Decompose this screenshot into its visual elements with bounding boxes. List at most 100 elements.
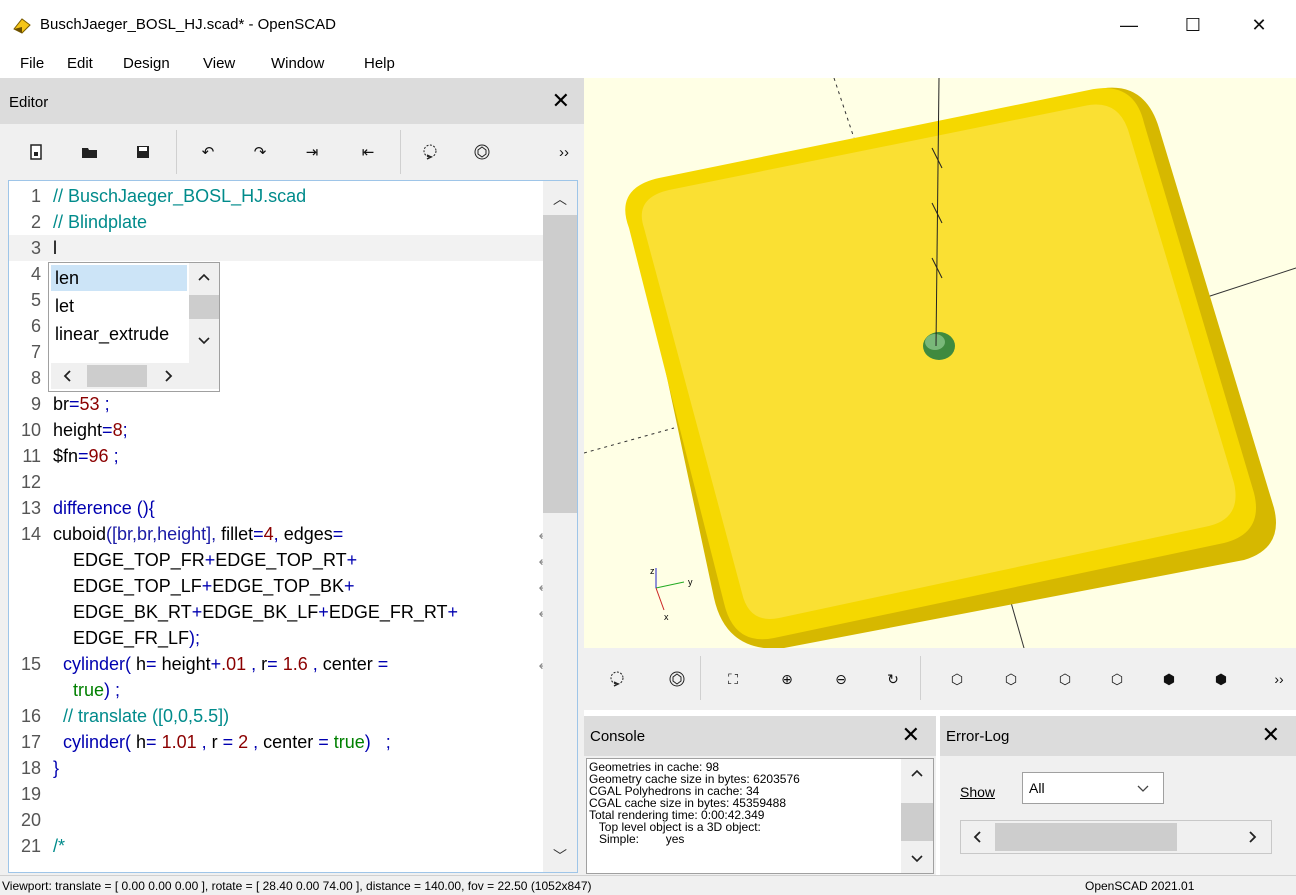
console-output[interactable]: Geometries in cache: 98 Geometry cache s… [586, 758, 934, 874]
view-back-icon[interactable]: ⬢ [1210, 668, 1232, 690]
code-line[interactable]: 3l [9, 235, 543, 261]
minimize-button[interactable]: — [1106, 10, 1152, 40]
scrollbar-thumb[interactable] [87, 365, 147, 387]
code-line[interactable]: 16 // translate ([0,0,5.5]) [9, 703, 543, 729]
menu-design[interactable]: Design [123, 55, 170, 72]
autocomplete-item[interactable]: linear_extrude [51, 321, 187, 347]
code-line[interactable]: EDGE_TOP_FR+EDGE_TOP_RT+↲ [9, 547, 549, 573]
autocomplete-horizontal-scrollbar[interactable] [51, 363, 219, 389]
toolbar-overflow-button[interactable]: ›› [552, 140, 576, 164]
menu-edit[interactable]: Edit [67, 55, 93, 72]
console-panel: Console ✕ Geometries in cache: 98 Geomet… [584, 716, 936, 875]
scrollbar-thumb[interactable] [901, 803, 933, 841]
indent-icon[interactable]: ⇥ [300, 140, 324, 164]
code-text: height=8; [53, 417, 128, 443]
view-front-icon[interactable]: ⬢ [1158, 668, 1180, 690]
console-vertical-scrollbar[interactable] [901, 759, 933, 873]
code-line[interactable]: 10 height=8; [9, 417, 543, 443]
open-file-icon[interactable] [78, 140, 102, 164]
scrollbar-thumb[interactable] [995, 823, 1177, 851]
code-line[interactable]: 13 difference (){ [9, 495, 543, 521]
code-token: ([br,br,height], [106, 524, 222, 544]
code-line[interactable]: EDGE_FR_LF); [9, 625, 543, 651]
menu-file[interactable]: File [20, 55, 44, 72]
line-number: 15 [20, 654, 41, 674]
zoom-all-icon[interactable]: ⛶ [722, 668, 744, 690]
code-line[interactable]: 19 [9, 781, 543, 807]
view-bottom-icon[interactable]: ⬡ [1054, 668, 1076, 690]
openscad-app-icon [13, 18, 31, 34]
view-toolbar-overflow-button[interactable]: ›› [1268, 668, 1290, 690]
code-token: true [73, 680, 105, 700]
code-line[interactable]: EDGE_BK_RT+EDGE_BK_LF+EDGE_FR_RT+↲ [9, 599, 549, 625]
scrollbar-thumb[interactable] [189, 295, 219, 319]
reset-view-icon[interactable]: ↻ [882, 668, 904, 690]
autocomplete-item[interactable]: len [51, 265, 187, 291]
close-window-button[interactable]: ✕ [1236, 10, 1282, 40]
menu-help[interactable]: Help [364, 55, 395, 72]
new-file-icon[interactable] [24, 140, 48, 164]
code-line[interactable]: 1 // BuschJaeger_BOSL_HJ.scad [9, 183, 543, 209]
code-text: } [53, 755, 59, 781]
zoom-in-icon[interactable]: ⊕ [776, 668, 798, 690]
3d-viewport[interactable]: z y x [584, 78, 1296, 648]
autocomplete-vertical-scrollbar[interactable] [189, 263, 219, 363]
show-filter-select[interactable]: All [1022, 772, 1164, 804]
code-token: = [253, 524, 264, 544]
toolbar-separator [920, 656, 921, 700]
undo-icon[interactable]: ↶ [196, 140, 220, 164]
view-top-icon[interactable]: ⬡ [1000, 668, 1022, 690]
scroll-up-icon[interactable]: ︿ [543, 189, 577, 209]
error-log-horizontal-scrollbar[interactable] [960, 820, 1272, 854]
scroll-down-icon[interactable]: ﹀ [543, 846, 577, 866]
menu-view[interactable]: View [203, 55, 235, 72]
zoom-out-icon[interactable]: ⊖ [830, 668, 852, 690]
code-token: ) ; [364, 732, 391, 752]
console-close-button[interactable]: ✕ [902, 722, 920, 748]
save-file-icon[interactable] [131, 140, 155, 164]
code-line[interactable]: 15 cylinder( h= height+.01 , r= 1.6 , ce… [9, 651, 549, 677]
code-line[interactable]: 9 br=53 ; [9, 391, 543, 417]
code-line[interactable]: EDGE_TOP_LF+EDGE_TOP_BK+↲ [9, 573, 549, 599]
chevron-left-icon[interactable] [973, 831, 981, 843]
unindent-icon[interactable]: ⇤ [356, 140, 380, 164]
chevron-right-icon[interactable] [1249, 831, 1257, 843]
code-line[interactable]: 14 cuboid([br,br,height], fillet=4, edges… [9, 521, 549, 547]
maximize-button[interactable]: ☐ [1170, 10, 1216, 40]
code-line[interactable]: 17 cylinder( h= 1.01 , r = 2 , center = … [9, 729, 543, 755]
code-token: 53 [79, 394, 100, 414]
code-token: , [246, 654, 262, 674]
preview-icon[interactable] [418, 140, 442, 164]
chevron-up-icon[interactable] [198, 273, 210, 281]
view-right-icon[interactable]: ⬡ [946, 668, 968, 690]
render-icon[interactable] [666, 668, 688, 690]
editor-vertical-scrollbar[interactable]: ︿ ﹀ [543, 181, 577, 872]
chevron-down-icon[interactable] [911, 855, 923, 863]
editor-close-button[interactable]: ✕ [552, 88, 570, 114]
redo-icon[interactable]: ↷ [248, 140, 272, 164]
code-line[interactable]: 2 // Blindplate [9, 209, 543, 235]
code-line[interactable]: 20 [9, 807, 543, 833]
editor-toolbar: ↶ ↷ ⇥ ⇤ ›› [0, 124, 584, 180]
code-line[interactable]: 18} [9, 755, 543, 781]
code-line[interactable]: 11 $fn=96 ; [9, 443, 543, 469]
chevron-right-icon[interactable] [165, 370, 173, 382]
code-token: + [210, 654, 222, 674]
autocomplete-item[interactable]: let [51, 293, 187, 319]
code-line[interactable]: 21 /* [9, 833, 543, 859]
code-line[interactable]: 12 [9, 469, 543, 495]
render-icon[interactable] [470, 140, 494, 164]
view-left-icon[interactable]: ⬡ [1106, 668, 1128, 690]
menu-window[interactable]: Window [271, 55, 324, 72]
code-line[interactable]: true) ; [9, 677, 543, 703]
chevron-left-icon[interactable] [63, 370, 71, 382]
code-token: EDGE_FR_RT [328, 602, 448, 622]
error-log-close-button[interactable]: ✕ [1262, 722, 1280, 748]
code-token: h [136, 654, 147, 674]
preview-icon[interactable] [606, 668, 628, 690]
autocomplete-popup: len let linear_extrude [48, 262, 220, 392]
error-log-title-bar: Error-Log ✕ [940, 716, 1296, 756]
scrollbar-thumb[interactable] [543, 215, 577, 513]
chevron-up-icon[interactable] [911, 769, 923, 777]
chevron-down-icon[interactable] [198, 337, 210, 345]
